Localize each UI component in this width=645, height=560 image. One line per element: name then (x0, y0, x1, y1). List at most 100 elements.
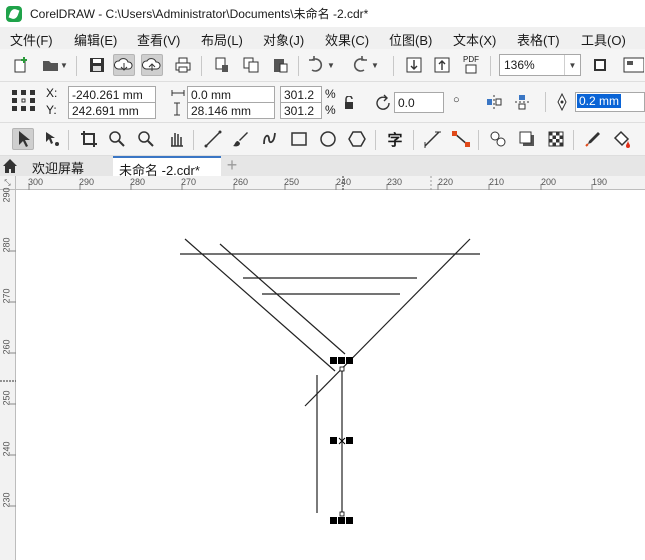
pen-tool-icon[interactable] (259, 128, 281, 150)
height-icon (173, 102, 181, 116)
zoom-level-value: 136% (504, 58, 535, 72)
y-label: Y: (46, 103, 57, 117)
ruler-v-240: 240 (1, 441, 12, 457)
x-position-field[interactable]: -240.261 mm (68, 86, 156, 103)
drawing-svg[interactable] (17, 191, 645, 560)
polygon-tool-icon[interactable] (346, 128, 368, 150)
ruler-h-290: 290 (79, 177, 95, 187)
menu-bitmaps[interactable]: 位图(B) (389, 30, 432, 49)
home-icon[interactable] (2, 158, 18, 174)
toolbox: 字 (0, 123, 645, 156)
ruler-v-270: 270 (1, 288, 12, 304)
redo-dropdown-icon[interactable]: ▼ (370, 54, 380, 76)
text-tool-icon[interactable]: 字 (384, 128, 406, 150)
menu-table[interactable]: 表格(T) (517, 30, 560, 49)
save-icon[interactable] (86, 54, 108, 76)
import-icon[interactable] (403, 54, 425, 76)
mirror-vertical-icon[interactable] (513, 93, 531, 111)
line-diagonal-outer-left[interactable] (184, 238, 336, 372)
ruler-h-270: 270 (181, 177, 197, 187)
drop-shadow-tool-icon[interactable] (516, 128, 538, 150)
menu-edit[interactable]: 编辑(E) (74, 30, 117, 49)
menu-file[interactable]: 文件(F) (10, 30, 53, 49)
artistic-media-tool-icon[interactable] (230, 128, 252, 150)
menu-layout[interactable]: 布局(L) (201, 30, 243, 49)
menu-object[interactable]: 对象(J) (263, 30, 304, 49)
object-origin-icon[interactable] (11, 89, 37, 113)
cloud-upload-icon[interactable] (141, 54, 163, 76)
interactive-fill-tool-icon[interactable] (611, 128, 633, 150)
rotation-field[interactable]: 0.0 (394, 92, 444, 113)
crop-tool-icon[interactable] (78, 128, 100, 150)
copy-icon[interactable] (240, 54, 262, 76)
ruler-v-290: 290 (1, 187, 12, 203)
ruler-h-300: 300 (28, 177, 44, 187)
line-diagonal-inner-left[interactable] (219, 243, 346, 355)
scale-x-field[interactable]: 301.2 (280, 86, 322, 103)
full-screen-icon[interactable] (589, 54, 611, 76)
ruler-h-230: 230 (387, 177, 403, 187)
options-icon[interactable] (622, 54, 644, 76)
property-bar: X: Y: -240.261 mm 242.691 mm 0.0 mm 28.1… (0, 82, 645, 123)
scale-y-field[interactable]: 301.2 (280, 102, 322, 119)
cut-icon[interactable] (211, 54, 233, 76)
zoom-out-tool-icon[interactable] (135, 128, 157, 150)
print-icon[interactable] (172, 54, 194, 76)
cloud-download-icon[interactable] (113, 54, 135, 76)
vertical-ruler: 280 270 260 250 240 230 290 (0, 187, 16, 560)
height-field[interactable]: 28.146 mm (187, 102, 275, 119)
ellipse-tool-icon[interactable] (317, 128, 339, 150)
ruler-v-230: 230 (1, 492, 12, 508)
pdf-icon[interactable]: PDF (460, 54, 482, 76)
node-top[interactable] (339, 366, 345, 372)
paste-icon[interactable] (269, 54, 291, 76)
window-title: CorelDRAW - C:\Users\Administrator\Docum… (30, 7, 369, 21)
shape-tool-icon[interactable] (41, 128, 63, 150)
redo-icon[interactable] (349, 54, 371, 76)
horizontal-ruler: 300 290 280 270 260 250 240 230 220 210 … (0, 176, 645, 190)
menu-effects[interactable]: 效果(C) (325, 30, 369, 49)
pick-tool-icon[interactable] (12, 128, 34, 150)
undo-dropdown-icon[interactable]: ▼ (326, 54, 336, 76)
export-icon[interactable] (431, 54, 453, 76)
mirror-horizontal-icon[interactable] (485, 93, 503, 111)
connector-tool-icon[interactable] (450, 128, 472, 150)
node-bottom[interactable] (339, 511, 345, 517)
blend-tool-icon[interactable] (487, 128, 509, 150)
lock-ratio-icon[interactable] (343, 96, 355, 110)
outline-width-select[interactable]: 0.2 mm (575, 92, 645, 112)
tab-document[interactable]: 未命名 -2.cdr* (113, 156, 221, 178)
undo-icon[interactable] (305, 54, 327, 76)
eyedropper-tool-icon[interactable] (582, 128, 604, 150)
zoom-tool-icon[interactable] (106, 128, 128, 150)
document-tabs: 欢迎屏幕 未命名 -2.cdr* + (0, 156, 645, 178)
tab-welcome[interactable]: 欢迎屏幕 (26, 156, 90, 176)
ruler-h-220: 220 (438, 177, 454, 187)
width-icon (171, 89, 185, 97)
y-position-field[interactable]: 242.691 mm (68, 102, 156, 119)
menu-tools[interactable]: 工具(O) (581, 30, 626, 49)
pan-tool-icon[interactable] (165, 128, 187, 150)
chevron-down-icon[interactable]: ▼ (564, 55, 580, 75)
rectangle-tool-icon[interactable] (288, 128, 310, 150)
x-label: X: (46, 86, 58, 100)
new-icon[interactable] (10, 54, 32, 76)
outline-pen-icon[interactable] (555, 93, 569, 111)
dimension-tool-icon[interactable] (421, 128, 443, 150)
rotate-icon (375, 94, 393, 112)
zoom-level-select[interactable]: 136% ▼ (499, 54, 581, 76)
freehand-tool-icon[interactable] (202, 128, 224, 150)
width-field[interactable]: 0.0 mm (187, 86, 275, 103)
ruler-h-280: 280 (130, 177, 146, 187)
transparency-tool-icon[interactable] (545, 128, 567, 150)
drawing-canvas[interactable] (17, 191, 645, 560)
scale-y-percent: % (325, 103, 336, 117)
menu-text[interactable]: 文本(X) (453, 30, 496, 49)
ruler-h-190: 190 (592, 177, 608, 187)
line-diagonal-right[interactable] (304, 238, 471, 407)
open-dropdown-icon[interactable]: ▼ (59, 54, 69, 76)
coreldraw-logo-icon (6, 5, 22, 22)
add-tab-icon[interactable]: + (222, 156, 242, 176)
outline-width-value: 0.2 mm (577, 94, 622, 108)
menu-view[interactable]: 查看(V) (137, 30, 180, 49)
